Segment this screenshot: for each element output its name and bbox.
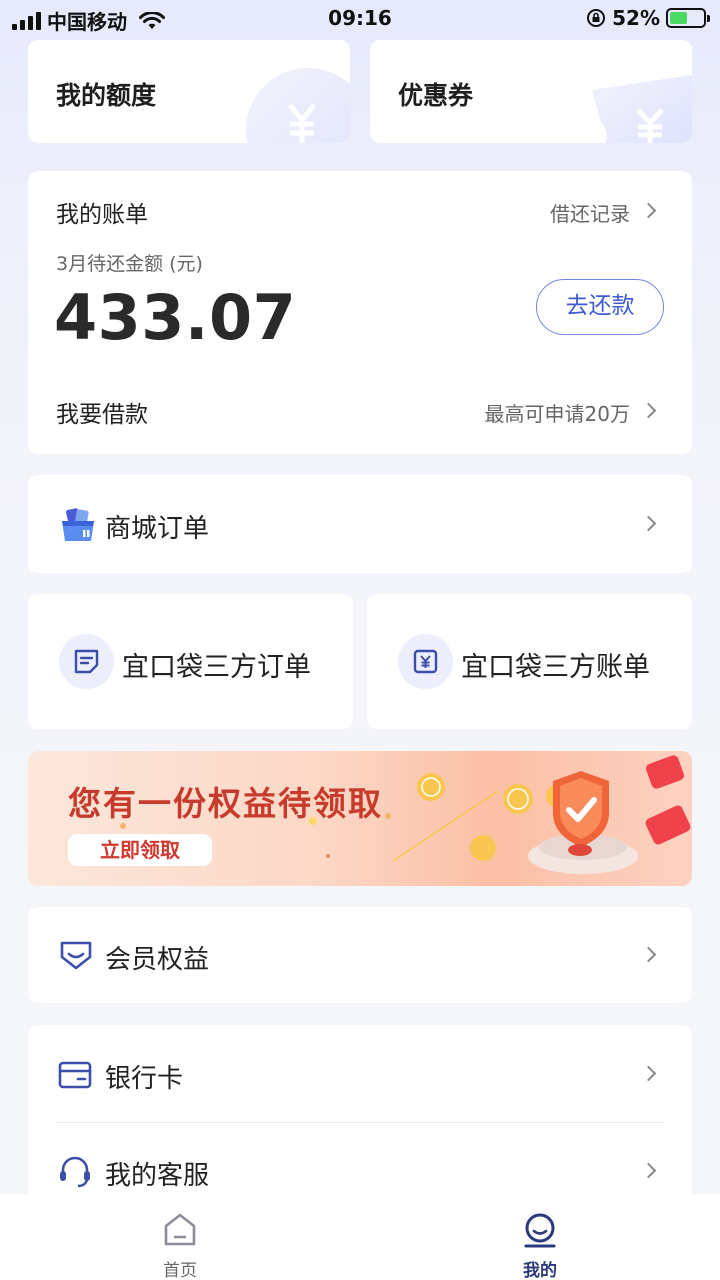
third-party-bills-card[interactable]: 宜口袋三方账单 — [367, 594, 692, 729]
tab-bar: 首页 我的 — [0, 1194, 720, 1280]
borrow-label[interactable]: 我要借款 — [56, 395, 148, 429]
chevron-right-icon — [640, 946, 657, 963]
bank-card-label: 银行卡 — [105, 1064, 184, 1094]
headset-icon — [60, 1156, 90, 1188]
third-party-orders-card[interactable]: 宜口袋三方订单 — [28, 594, 353, 729]
chevron-right-icon — [640, 1065, 657, 1082]
tab-home[interactable]: 首页 — [120, 1194, 240, 1280]
yen-bill-icon — [413, 649, 438, 674]
mall-order-label: 商城订单 — [105, 514, 210, 544]
battery-percent: 52% — [612, 6, 660, 30]
yen-coin-icon — [246, 68, 350, 143]
tab-mine-label: 我的 — [523, 1261, 557, 1280]
chevron-right-icon — [640, 1162, 657, 1179]
quota-title: 我的额度 — [56, 81, 157, 110]
benefit-banner[interactable]: 您有一份权益待领取 立即领取 — [28, 751, 692, 886]
tab-home-label: 首页 — [163, 1261, 197, 1280]
shopping-basket-icon — [62, 508, 94, 541]
member-benefits-label: 会员权益 — [105, 945, 210, 975]
tab-mine[interactable]: 我的 — [480, 1194, 600, 1280]
home-icon — [164, 1213, 196, 1246]
borrow-limit-note[interactable]: 最高可申请20万 — [485, 398, 630, 427]
bill-card: 我的账单 借还记录 3月待还金额 (元) 433.07 去还款 我要借款 最高可… — [28, 171, 692, 454]
chevron-right-icon — [640, 515, 657, 532]
status-bar: 中国移动 09:16 52% — [0, 0, 720, 36]
bank-card-icon — [58, 1061, 92, 1089]
due-amount: 433.07 — [54, 281, 297, 354]
mall-order-row[interactable]: 商城订单 — [28, 475, 692, 573]
history-link[interactable]: 借还记录 — [550, 198, 630, 227]
claim-now-button[interactable]: 立即领取 — [68, 834, 212, 866]
month-due-label: 3月待还金额 (元) — [56, 253, 203, 275]
battery-icon — [666, 8, 710, 28]
profile-face-icon — [524, 1213, 556, 1248]
coupon-card[interactable]: 优惠券 — [370, 40, 692, 143]
customer-service-label: 我的客服 — [105, 1161, 210, 1191]
member-badge-icon — [60, 941, 92, 970]
member-benefits-row[interactable]: 会员权益 — [28, 907, 692, 1003]
chevron-right-icon[interactable] — [640, 202, 657, 219]
banner-headline: 您有一份权益待领取 — [68, 784, 383, 823]
bill-title: 我的账单 — [56, 202, 148, 228]
quota-card[interactable]: 我的额度 — [28, 40, 350, 143]
bank-card-row[interactable]: 银行卡 — [28, 1025, 692, 1123]
chevron-right-icon[interactable] — [640, 402, 657, 419]
coupon-title: 优惠券 — [398, 81, 474, 110]
order-document-icon — [74, 649, 99, 674]
third-party-orders-label: 宜口袋三方订单 — [122, 652, 311, 683]
rotation-lock-icon — [587, 9, 606, 27]
third-party-bills-label: 宜口袋三方账单 — [461, 652, 650, 683]
repay-button[interactable]: 去还款 — [536, 279, 664, 335]
coupon-ticket-icon — [592, 75, 692, 143]
